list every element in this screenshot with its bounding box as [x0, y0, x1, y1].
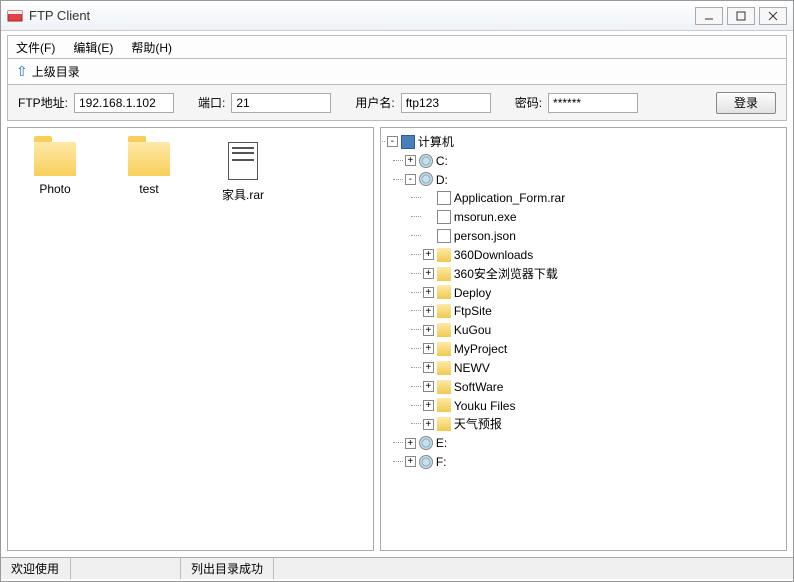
file-label: 家具.rar [222, 186, 264, 203]
tree-expander[interactable]: + [423, 306, 434, 317]
tree-label[interactable]: 计算机 [418, 135, 454, 149]
file-label: Photo [39, 182, 70, 196]
tree-label[interactable]: MyProject [454, 342, 507, 356]
user-label: 用户名: [355, 94, 394, 111]
tree-label[interactable]: SoftWare [454, 380, 504, 394]
user-input[interactable] [401, 93, 491, 113]
local-file-item[interactable]: Photo [26, 142, 84, 203]
tree-expander[interactable]: + [423, 249, 434, 260]
folder-icon [437, 361, 451, 375]
folder-icon [437, 417, 451, 431]
tree-label[interactable]: FtpSite [454, 304, 492, 318]
drive-icon [419, 455, 433, 469]
pass-input[interactable] [548, 93, 638, 113]
status-bar: 欢迎使用 列出目录成功 [1, 557, 793, 579]
local-file-item[interactable]: test [120, 142, 178, 203]
minimize-button[interactable] [695, 7, 723, 25]
file-icon [437, 191, 451, 205]
maximize-button[interactable] [727, 7, 755, 25]
file-icon [437, 210, 451, 224]
computer-icon [401, 135, 415, 149]
addr-label: FTP地址: [18, 94, 68, 111]
tree-expander[interactable]: + [405, 456, 416, 467]
tree-expander[interactable]: + [423, 287, 434, 298]
tree-label[interactable]: C: [436, 154, 448, 168]
tree-label[interactable]: person.json [454, 229, 516, 243]
status-left: 欢迎使用 [1, 558, 71, 579]
local-file-item[interactable]: 家具.rar [214, 142, 272, 203]
tree-label[interactable]: F: [436, 455, 447, 469]
tree-expander[interactable]: + [423, 343, 434, 354]
toolbar: ⇧ 上级目录 [7, 59, 787, 85]
addr-input[interactable] [74, 93, 174, 113]
tree-expander[interactable]: + [423, 381, 434, 392]
local-pane: Photo test 家具.rar [7, 127, 374, 551]
file-label: test [139, 182, 158, 196]
tree-expander[interactable]: + [405, 438, 416, 449]
tree-label[interactable]: Application_Form.rar [454, 191, 565, 205]
tree-expander[interactable]: + [423, 325, 434, 336]
menu-bar: 文件(F) 编辑(E) 帮助(H) [7, 35, 787, 59]
tree-label[interactable]: 天气预报 [454, 417, 502, 431]
status-right: 列出目录成功 [181, 558, 274, 579]
folder-icon [437, 304, 451, 318]
close-button[interactable] [759, 7, 787, 25]
window-title: FTP Client [29, 8, 695, 23]
remote-pane: -计算机+C:-D:Application_Form.rarmsorun.exe… [380, 127, 787, 551]
tree-label[interactable]: D: [436, 172, 448, 186]
tree-expander[interactable]: - [387, 136, 398, 147]
port-label: 端口: [198, 94, 225, 111]
tree-label[interactable]: KuGou [454, 323, 491, 337]
connection-bar: FTP地址: 端口: 用户名: 密码: 登录 [7, 85, 787, 121]
folder-icon [437, 285, 451, 299]
menu-edit[interactable]: 编辑(E) [73, 39, 113, 56]
tree-expander[interactable]: - [405, 174, 416, 185]
file-icon [437, 229, 451, 243]
login-button[interactable]: 登录 [716, 92, 776, 114]
folder-icon [437, 342, 451, 356]
tree-label[interactable]: NEWV [454, 361, 490, 375]
menu-help[interactable]: 帮助(H) [131, 39, 172, 56]
drive-icon [419, 154, 433, 168]
port-input[interactable] [231, 93, 331, 113]
folder-icon [437, 248, 451, 262]
tree-label[interactable]: Deploy [454, 285, 491, 299]
tree-label[interactable]: 360Downloads [454, 248, 533, 262]
archive-icon [228, 142, 258, 180]
folder-icon [437, 323, 451, 337]
title-bar: FTP Client [1, 1, 793, 31]
tree-expander[interactable]: + [423, 362, 434, 373]
drive-icon [419, 172, 433, 186]
folder-icon [437, 380, 451, 394]
folder-icon [437, 267, 451, 281]
tree-expander[interactable]: + [423, 419, 434, 430]
up-dir-button[interactable]: 上级目录 [32, 63, 80, 80]
tree-label[interactable]: 360安全浏览器下载 [454, 267, 558, 281]
status-mid [71, 558, 181, 579]
tree-expander[interactable]: + [405, 155, 416, 166]
tree-expander[interactable]: + [423, 268, 434, 279]
up-arrow-icon[interactable]: ⇧ [16, 63, 28, 80]
folder-icon [437, 398, 451, 412]
tree-label[interactable]: E: [436, 436, 447, 450]
tree-label[interactable]: msorun.exe [454, 210, 517, 224]
folder-icon [128, 142, 170, 176]
drive-icon [419, 436, 433, 450]
tree-expander[interactable]: + [423, 400, 434, 411]
app-icon [7, 8, 23, 24]
pass-label: 密码: [515, 94, 542, 111]
menu-file[interactable]: 文件(F) [16, 39, 55, 56]
folder-icon [34, 142, 76, 176]
tree-label[interactable]: Youku Files [454, 398, 516, 412]
